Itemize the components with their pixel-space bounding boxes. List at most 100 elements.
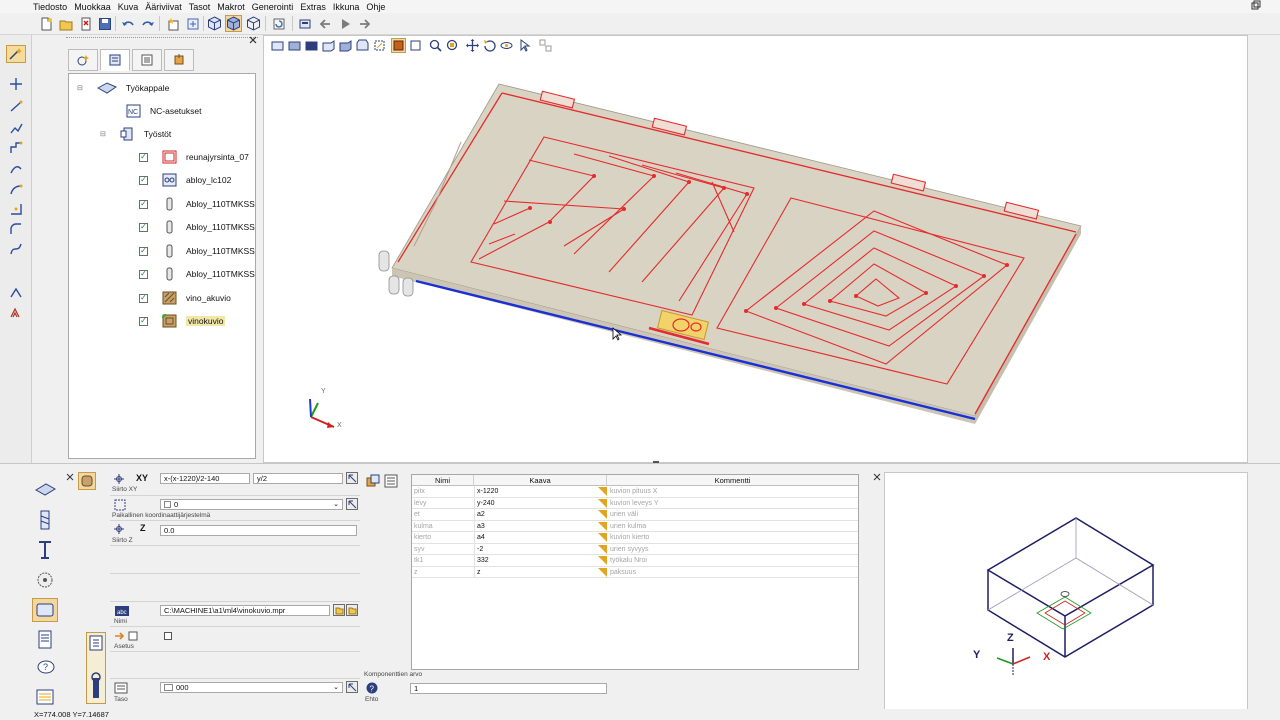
column-header-name[interactable]: Nimi (412, 475, 474, 486)
param-formula-cell[interactable]: a4 (474, 532, 598, 543)
menu-tasot[interactable]: Tasot (189, 2, 211, 12)
mill-type-button[interactable] (32, 538, 58, 562)
machine-button[interactable] (296, 15, 313, 32)
tree-operation-row[interactable]: ✓ abloy_lc102 (139, 172, 231, 188)
trim-tool-button[interactable] (6, 283, 26, 301)
param-formula-cell[interactable]: a2 (474, 509, 598, 520)
menu-makrot[interactable]: Makrot (217, 2, 245, 12)
collapse-toggle-icon[interactable]: ⊟ (100, 130, 106, 138)
back-button[interactable] (316, 15, 333, 32)
table-row[interactable]: syv -2 urien syvyys (412, 543, 858, 555)
close-file-button[interactable] (77, 15, 94, 32)
level-pick-button[interactable] (346, 681, 358, 693)
menu-tiedosto[interactable]: Tiedosto (33, 2, 67, 12)
table-row[interactable]: pitx x-1220 kuvion pituus X (412, 486, 858, 498)
tree-root-row[interactable]: ⊟ Työkappale (77, 80, 169, 96)
tab-operations[interactable] (100, 49, 130, 71)
arc-tool-button[interactable] (6, 159, 26, 177)
redo-button[interactable] (139, 15, 156, 32)
param-formula-cell[interactable]: -2 (474, 543, 598, 555)
play-button[interactable] (336, 15, 353, 32)
edit-macro-button[interactable] (346, 604, 358, 616)
import-button[interactable] (184, 15, 201, 32)
table-row[interactable]: levy y-240 kuvion leveys Y (412, 497, 858, 509)
tree-operations-group-row[interactable]: ⊟ Työstöt (100, 126, 171, 142)
menu-ohje[interactable]: Ohje (366, 2, 385, 12)
menu-generointi[interactable]: Generointi (252, 2, 294, 12)
tree-operation-row[interactable]: ✓ vino_akuvio (139, 290, 231, 306)
polyline-tool-button[interactable] (6, 119, 26, 137)
param-formula-cell[interactable]: y-240 (474, 497, 598, 509)
tree-operation-row[interactable]: ✓ Abloy_110TMKSS (139, 266, 255, 282)
table-row[interactable]: tk1 332 työkalu Nroi (412, 555, 858, 567)
level-select[interactable]: 000 ⌄ (160, 682, 343, 693)
undo-button[interactable] (119, 15, 136, 32)
operation-checkbox[interactable]: ✓ (139, 316, 148, 326)
menu-aariviivat[interactable]: Ääriviivat (145, 2, 182, 12)
param-formula-cell[interactable]: x-1220 (474, 486, 598, 497)
menu-kuva[interactable]: Kuva (118, 2, 139, 12)
column-header-comment[interactable]: Kommentti (607, 475, 858, 486)
spline-tool-button[interactable] (6, 240, 26, 258)
view-solid-button[interactable] (225, 15, 242, 32)
refresh-button[interactable] (270, 15, 287, 32)
tree-operation-row[interactable]: ✓ reunajyrsinta_07 (139, 149, 249, 165)
new-file-button[interactable] (37, 15, 54, 32)
menu-muokkaa[interactable]: Muokkaa (74, 2, 111, 12)
workpiece-type-button[interactable] (32, 478, 58, 502)
offset-z-field[interactable]: 0.0 (160, 525, 357, 536)
operation-checkbox[interactable]: ✓ (139, 175, 148, 185)
collapse-toggle-icon[interactable]: ⊟ (77, 84, 83, 92)
3d-viewport[interactable]: X Y (263, 35, 1248, 464)
restore-icon[interactable] (1248, 0, 1280, 13)
menu-ikkuna[interactable]: Ikkuna (333, 2, 360, 12)
coordinate-pick-button[interactable] (346, 498, 358, 510)
coordinate-system-select[interactable]: 0 ⌄ (160, 499, 343, 510)
operation-checkbox[interactable]: ✓ (139, 199, 148, 209)
operation-checkbox[interactable]: ✓ (139, 246, 148, 256)
xy-pick-button[interactable] (346, 472, 358, 484)
condition-field[interactable]: 1 (410, 683, 607, 694)
view-wire-button[interactable] (245, 15, 262, 32)
tab-wizard[interactable] (68, 49, 98, 71)
table-row[interactable]: kulma a3 urien kulma (412, 520, 858, 532)
tree-operation-row[interactable]: ✓ Abloy_110TMKSS (139, 219, 255, 235)
column-header-formula[interactable]: Kaava (474, 475, 607, 486)
offset-x-field[interactable]: x-(x-1220)/2-140 (160, 473, 250, 484)
offset-y-field[interactable]: y/2 (253, 473, 343, 484)
param-formula-cell[interactable]: 332 (474, 555, 598, 566)
tab-list[interactable] (132, 49, 162, 71)
panel-close-button[interactable] (248, 35, 258, 45)
table-row[interactable]: kierto a4 kuvion kierto (412, 532, 858, 544)
tab-tools[interactable] (164, 49, 194, 71)
help-type-button[interactable]: ? (32, 657, 58, 681)
menu-extras[interactable]: Extras (300, 2, 326, 12)
open-file-button[interactable] (57, 15, 74, 32)
table-list-button[interactable] (384, 474, 398, 488)
pocket-type-button[interactable] (32, 598, 58, 622)
table-row[interactable]: et a2 urien väli (412, 509, 858, 521)
arc2-tool-button[interactable] (6, 180, 26, 198)
table-settings-button[interactable] (366, 474, 380, 488)
panel-grip[interactable] (66, 37, 258, 45)
tree-operation-row-selected[interactable]: ✓ vinokuvio (139, 313, 226, 329)
table-row[interactable]: z z paksuus (412, 566, 858, 578)
operation-checkbox[interactable]: ✓ (139, 222, 148, 232)
fillet-tool-button[interactable] (6, 220, 26, 238)
tree-operation-row[interactable]: ✓ Abloy_110TMKSS (139, 243, 255, 259)
view-iso-button[interactable] (206, 15, 223, 32)
point-tool-button[interactable] (6, 75, 26, 93)
macro-type-button[interactable] (32, 628, 58, 652)
select-tool-button[interactable] (6, 45, 26, 63)
settings-type-button[interactable] (32, 685, 58, 709)
param-formula-cell[interactable]: z (474, 566, 598, 578)
save-button[interactable] (96, 15, 113, 32)
macro-path-field[interactable]: C:\MACHINE1\a1\ml4\vinokuvio.mpr (160, 605, 330, 616)
new-operation-button[interactable] (164, 15, 181, 32)
operation-checkbox[interactable]: ✓ (139, 293, 148, 303)
corner-tool-button[interactable] (6, 200, 26, 218)
macro-preview[interactable]: Z X Y (884, 472, 1248, 712)
contour-tool-button[interactable] (6, 139, 26, 157)
saw-type-button[interactable] (32, 568, 58, 592)
operation-checkbox[interactable]: ✓ (139, 152, 148, 162)
